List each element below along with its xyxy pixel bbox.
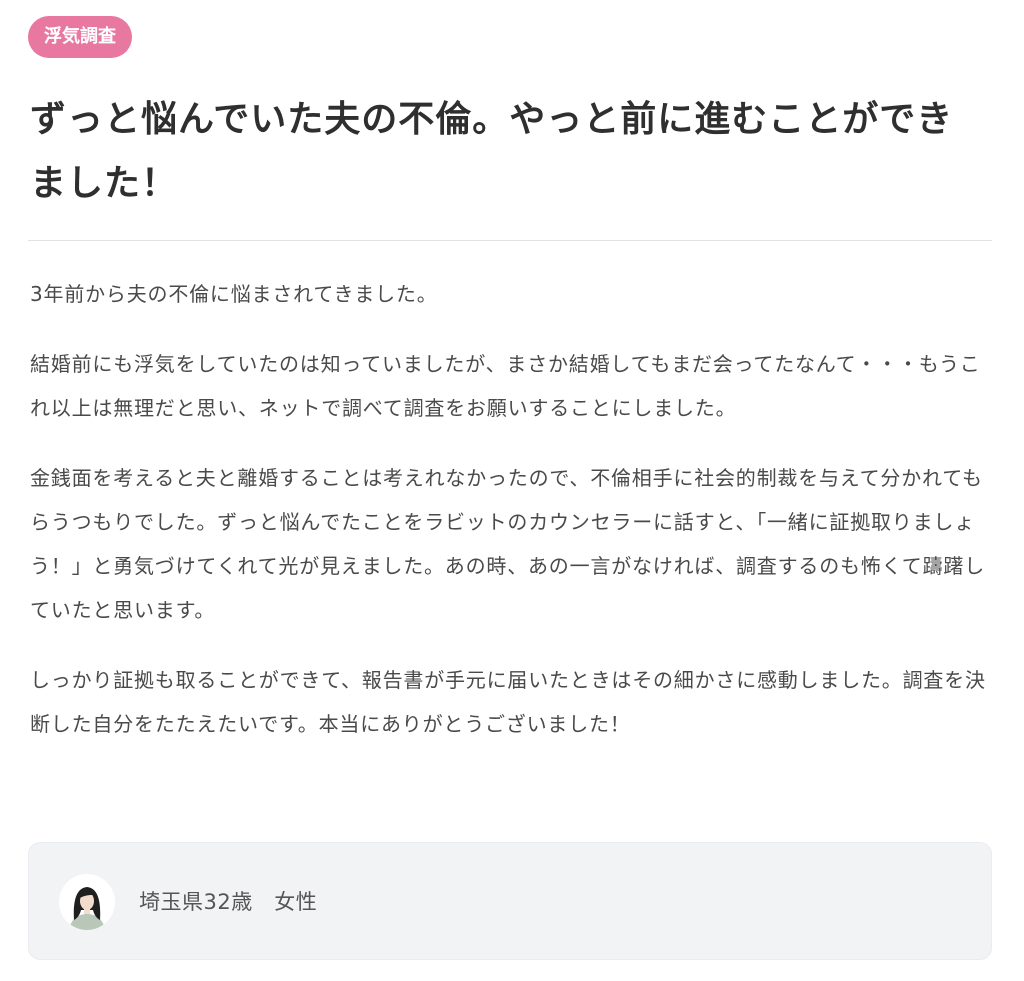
paragraph: 結婚前にも浮気をしていたのは知っていましたが、まさか結婚してもまだ会ってたなんて…	[30, 352, 981, 420]
author-info: 埼玉県32歳 女性	[139, 890, 318, 914]
author-profile-card: 埼玉県32歳 女性	[28, 842, 992, 960]
paragraph: 3年前から夫の不倫に悩まされてきました。	[30, 282, 438, 306]
paragraph: 金銭面を考えると夫と離婚することは考えれなかったので、不倫相手に社会的制裁を与え…	[30, 466, 985, 622]
paragraph: しっかり証拠も取ることができて、報告書が手元に届いたときはその細かさに感動しまし…	[30, 668, 986, 736]
title-divider	[28, 240, 992, 241]
category-badge: 浮気調査	[28, 16, 132, 58]
page-title: ずっと悩んでいた夫の不倫。やっと前に進むことができました！	[30, 99, 954, 204]
woman-avatar-icon	[59, 874, 115, 930]
woman-avatar-icon-graphic	[59, 874, 115, 930]
testimonial-body: 3年前から夫の不倫に悩まされてきました。 結婚前にも浮気をしていたのは知っていま…	[30, 272, 992, 772]
